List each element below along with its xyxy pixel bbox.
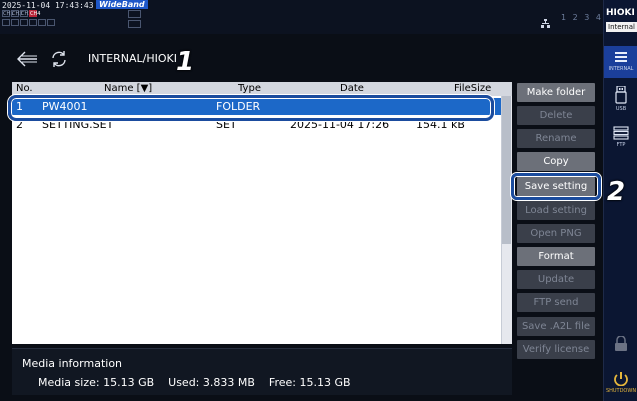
slot-indicators: 1 2 3 4 bbox=[561, 13, 603, 22]
media-info-panel: Media information Media size: 15.13 GB U… bbox=[12, 348, 512, 395]
annotation-highlight-button bbox=[511, 173, 601, 200]
current-path: INTERNAL/HIOKI bbox=[88, 52, 178, 65]
media-size-value: 15.13 GB bbox=[103, 376, 155, 389]
range-indicator bbox=[128, 20, 141, 28]
sidebar-item-internal[interactable]: INTERNAL bbox=[604, 46, 637, 78]
status-bar: 2025-11-04 17:43:43 WideBand CH1 CH2 CH3… bbox=[0, 0, 637, 34]
file-list-header: No. Name [▼] Type Date FileSize bbox=[12, 82, 512, 96]
sidebar-item-label: INTERNAL bbox=[608, 66, 634, 72]
channel-indicator: CH4 bbox=[29, 10, 41, 17]
range-indicator bbox=[128, 10, 141, 18]
clock-readout: 2025-11-04 17:43:43 bbox=[2, 1, 94, 10]
column-header-date[interactable]: Date bbox=[340, 83, 364, 94]
status-cell bbox=[2, 19, 10, 26]
brand-logo: HIOKI bbox=[606, 8, 635, 18]
column-header-filesize[interactable]: FileSize bbox=[454, 83, 491, 94]
refresh-icon[interactable] bbox=[49, 49, 69, 69]
sidebar-item-shutdown[interactable]: SHUTDOWN bbox=[604, 372, 637, 394]
media-info-title: Media information bbox=[22, 357, 123, 370]
back-arrow-icon[interactable] bbox=[16, 51, 38, 67]
status-cell bbox=[20, 19, 28, 26]
step-annotation-1: 1 bbox=[176, 47, 195, 77]
media-used-value: 3.833 MB bbox=[202, 376, 255, 389]
channel-indicator: CH1 bbox=[2, 10, 14, 17]
sidebar-item-ftp[interactable]: FTP bbox=[604, 126, 637, 148]
shutdown-icon bbox=[614, 372, 628, 386]
media-free-value: 15.13 GB bbox=[299, 376, 351, 389]
ftp-icon bbox=[613, 126, 629, 140]
format-button[interactable]: Format bbox=[517, 247, 595, 266]
channel-indicators: CH1 CH2 CH3 CH4 bbox=[2, 10, 41, 17]
column-header-type[interactable]: Type bbox=[238, 83, 261, 94]
sidebar-item-lock[interactable] bbox=[604, 336, 637, 354]
status-cell bbox=[38, 19, 46, 26]
file-list: No. Name [▼] Type Date FileSize 1 PW4001… bbox=[12, 82, 512, 344]
current-media-label: Internal bbox=[606, 22, 637, 32]
annotation-highlight-row bbox=[8, 95, 494, 121]
verify-license-button[interactable]: Verify license bbox=[517, 340, 595, 359]
sidebar-item-usb[interactable]: USB bbox=[604, 86, 637, 112]
media-info-line: Media size: 15.13 GB Used: 3.833 MB Free… bbox=[38, 376, 351, 389]
open-png-button[interactable]: Open PNG bbox=[517, 224, 595, 243]
ftp-send-button[interactable]: FTP send bbox=[517, 293, 595, 312]
channel-indicator: CH3 bbox=[20, 10, 32, 17]
sidebar-item-label: FTP bbox=[616, 142, 626, 148]
media-free-label: Free: bbox=[268, 376, 296, 389]
media-used-label: Used: bbox=[168, 376, 200, 389]
make-folder-button[interactable]: Make folder bbox=[517, 83, 595, 102]
sidebar-item-label: USB bbox=[615, 106, 627, 112]
save-a2l-button[interactable]: Save .A2L file bbox=[517, 317, 595, 336]
scrollbar-thumb[interactable] bbox=[502, 96, 511, 244]
status-cell bbox=[47, 19, 55, 26]
rename-button[interactable]: Rename bbox=[517, 129, 595, 148]
internal-storage-icon bbox=[615, 52, 627, 62]
delete-button[interactable]: Delete bbox=[517, 106, 595, 125]
status-cell bbox=[29, 19, 37, 26]
copy-button[interactable]: Copy bbox=[517, 152, 595, 171]
load-setting-button[interactable]: Load setting bbox=[517, 201, 595, 220]
column-header-no[interactable]: No. bbox=[16, 83, 33, 94]
wideband-badge: WideBand bbox=[96, 0, 148, 9]
network-icon bbox=[541, 19, 550, 28]
sidebar-item-label: SHUTDOWN bbox=[605, 388, 637, 394]
column-header-name[interactable]: Name [▼] bbox=[104, 83, 152, 94]
step-annotation-2: 2 bbox=[607, 177, 626, 207]
lock-icon bbox=[615, 336, 627, 351]
usb-icon bbox=[615, 86, 627, 104]
media-size-label: Media size: bbox=[38, 376, 100, 389]
status-cell bbox=[11, 19, 19, 26]
channel-status-row bbox=[2, 19, 55, 26]
channel-indicator: CH2 bbox=[11, 10, 23, 17]
update-button[interactable]: Update bbox=[517, 270, 595, 289]
